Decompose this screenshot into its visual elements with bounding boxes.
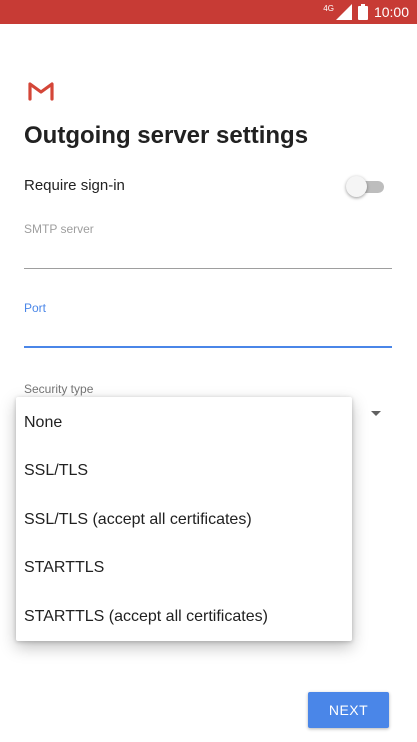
status-icons: 4G 10:00 xyxy=(323,3,409,21)
menu-item-ssl-tls[interactable]: SSL/TLS xyxy=(16,447,352,495)
smtp-server-input[interactable] xyxy=(24,242,392,268)
signal-icon xyxy=(335,4,352,20)
status-bar: 4G 10:00 xyxy=(0,0,417,24)
require-signin-label: Require sign-in xyxy=(24,177,125,194)
toggle-thumb xyxy=(346,176,367,197)
next-button[interactable]: NEXT xyxy=(308,692,389,728)
menu-item-ssl-tls-accept-all[interactable]: SSL/TLS (accept all certificates) xyxy=(16,496,352,544)
smtp-server-label: SMTP server xyxy=(24,222,94,236)
menu-item-starttls[interactable]: STARTTLS xyxy=(16,544,352,592)
smtp-server-field: SMTP server xyxy=(24,222,392,272)
require-signin-toggle[interactable] xyxy=(346,176,384,197)
menu-item-none[interactable]: None xyxy=(16,399,352,447)
security-type-menu: None SSL/TLS SSL/TLS (accept all certifi… xyxy=(16,397,352,641)
port-input[interactable] xyxy=(24,319,392,345)
menu-item-starttls-accept-all[interactable]: STARTTLS (accept all certificates) xyxy=(16,593,352,641)
port-field: Port xyxy=(24,301,392,351)
port-underline xyxy=(24,346,392,348)
page-title: Outgoing server settings xyxy=(24,122,309,149)
network-type-label: 4G xyxy=(323,3,334,13)
port-label: Port xyxy=(24,301,47,315)
smtp-server-underline xyxy=(24,268,392,269)
require-signin-row: Require sign-in xyxy=(24,174,384,198)
dropdown-arrow-icon[interactable] xyxy=(371,411,381,416)
security-type-label: Security type xyxy=(24,382,94,396)
gmail-logo-icon xyxy=(28,82,54,101)
battery-icon xyxy=(357,4,368,20)
clock: 10:00 xyxy=(373,4,409,20)
